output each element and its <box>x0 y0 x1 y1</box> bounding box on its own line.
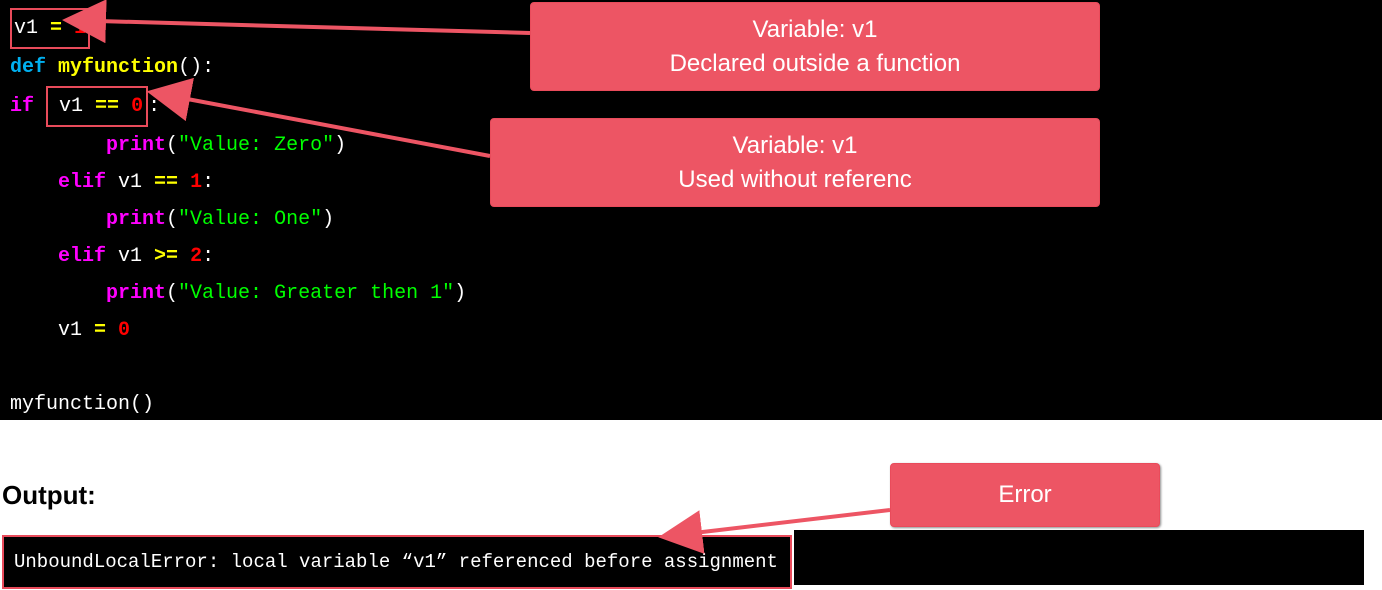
code-line-blank <box>10 349 1372 386</box>
callout-used: Variable: v1 Used without referenc <box>490 118 1100 207</box>
output-label: Output: <box>2 480 1382 511</box>
callout-error: Error <box>890 463 1160 527</box>
code-line-8: print("Value: Greater then 1") <box>10 275 1372 312</box>
callout-declared: Variable: v1 Declared outside a function <box>530 2 1100 91</box>
output-block: UnboundLocalError: local variable “v1” r… <box>2 535 792 589</box>
code-line-10: myfunction() <box>10 386 1372 423</box>
code-line-7: elif v1 >= 2: <box>10 238 1372 275</box>
bottom-black-bar <box>794 530 1364 585</box>
code-line-9: v1 = 0 <box>10 312 1372 349</box>
